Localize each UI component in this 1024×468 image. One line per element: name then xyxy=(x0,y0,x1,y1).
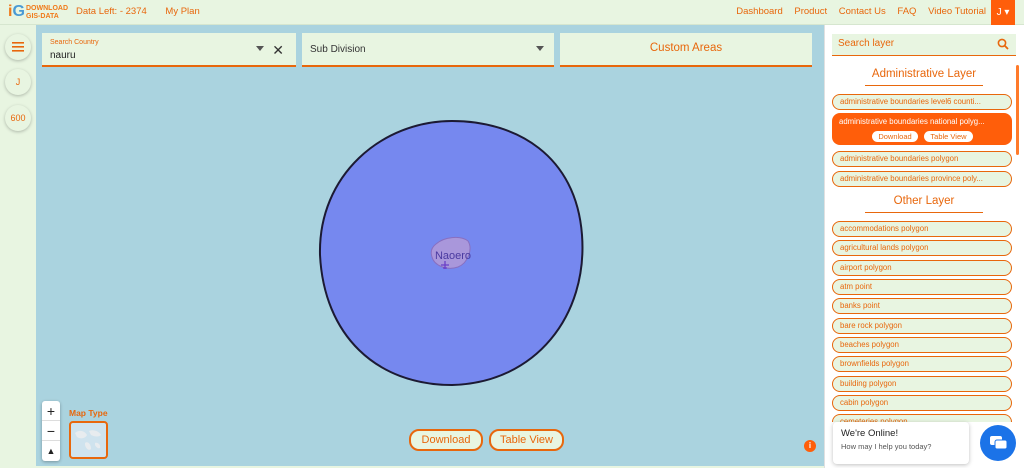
nav-product[interactable]: Product xyxy=(794,6,827,17)
layer-item[interactable]: administrative boundaries province poly.… xyxy=(832,171,1012,187)
left-rail: J 600 xyxy=(0,25,36,468)
layer-item[interactable]: airport polygon xyxy=(832,260,1012,276)
site-logo[interactable]: iG DOWNLOAD GIS-DATA xyxy=(8,3,70,23)
layer-item[interactable]: building polygon xyxy=(832,376,1012,392)
chat-subtitle: How may I help you today? xyxy=(841,442,932,451)
zoom-control: + − ▲ xyxy=(42,401,60,461)
zoom-out-button[interactable]: − xyxy=(42,421,60,441)
hamburger-icon xyxy=(12,42,24,52)
logo-text-top: DOWNLOAD xyxy=(26,5,68,12)
map-type-label: Map Type xyxy=(69,408,108,418)
info-icon[interactable]: i xyxy=(804,440,816,452)
zoom-in-button[interactable]: + xyxy=(42,401,60,421)
menu-button[interactable] xyxy=(5,34,31,60)
layer-item[interactable]: atm point xyxy=(832,279,1012,295)
search-icon[interactable] xyxy=(997,38,1009,50)
my-plan-link[interactable]: My Plan xyxy=(165,6,199,17)
layer-item[interactable]: bare rock polygon xyxy=(832,318,1012,334)
layer-item[interactable]: cabin polygon xyxy=(832,395,1012,411)
chat-title: We're Online! xyxy=(841,428,899,439)
chat-popup[interactable]: We're Online! How may I help you today? xyxy=(833,422,969,464)
chat-bubble-icon xyxy=(990,436,1008,450)
compass-icon[interactable]: ▲ xyxy=(42,441,60,461)
layer-item[interactable]: administrative boundaries level6 counti.… xyxy=(832,94,1012,110)
layer-item[interactable]: administrative boundaries polygon xyxy=(832,151,1012,167)
nav-dashboard[interactable]: Dashboard xyxy=(736,6,782,17)
map-canvas[interactable]: Search Country nauru ✕ Sub Division Cust… xyxy=(36,25,824,466)
layer-search-input[interactable]: Search layer xyxy=(832,34,1016,56)
search-placeholder: Search layer xyxy=(838,38,895,49)
logo-text-bottom: GIS-DATA xyxy=(26,13,59,20)
layer-panel: Search layer Administrative Layer admini… xyxy=(824,25,1024,468)
other-layer-heading: Other Layer xyxy=(865,195,983,213)
map-layer: Naoero xyxy=(318,119,584,387)
map-type-switcher[interactable] xyxy=(69,421,108,459)
layer-table-view-button[interactable]: Table View xyxy=(924,131,973,142)
layer-download-button[interactable]: Download xyxy=(872,131,918,142)
download-button[interactable]: Download xyxy=(409,429,483,451)
chat-launcher-button[interactable] xyxy=(980,425,1016,461)
layer-item[interactable]: accommodations polygon xyxy=(832,221,1012,237)
data-left-counter: Data Left: - 2374 xyxy=(76,6,147,17)
layer-item[interactable]: brownfields polygon xyxy=(832,356,1012,372)
administrative-layer-heading: Administrative Layer xyxy=(865,68,983,86)
layer-item[interactable]: beaches polygon xyxy=(832,337,1012,353)
layer-item-active[interactable]: administrative boundaries national polyg… xyxy=(832,113,1012,145)
layer-item[interactable]: cemeteries polygon xyxy=(832,414,1012,422)
layer-item[interactable]: banks point xyxy=(832,298,1012,314)
layer-item[interactable]: agricultural lands polygon xyxy=(832,240,1012,256)
top-nav: iG DOWNLOAD GIS-DATA Data Left: - 2374 M… xyxy=(0,0,1024,25)
nav-contact-us[interactable]: Contact Us xyxy=(839,6,886,17)
table-view-button[interactable]: Table View xyxy=(489,429,564,451)
layer-count-badge: 600 xyxy=(5,105,31,131)
layer-item-label: administrative boundaries national polyg… xyxy=(839,117,985,126)
nav-video-tutorial[interactable]: Video Tutorial xyxy=(928,6,986,17)
panel-scrollbar[interactable] xyxy=(1016,65,1019,155)
nav-faq[interactable]: FAQ xyxy=(897,6,916,17)
place-label: Naoero xyxy=(435,250,471,262)
world-map-thumbnail-icon xyxy=(75,430,101,450)
logo-mark: iG xyxy=(8,3,25,20)
user-menu-button[interactable]: J ▾ xyxy=(991,0,1015,25)
user-avatar[interactable]: J xyxy=(5,69,31,95)
